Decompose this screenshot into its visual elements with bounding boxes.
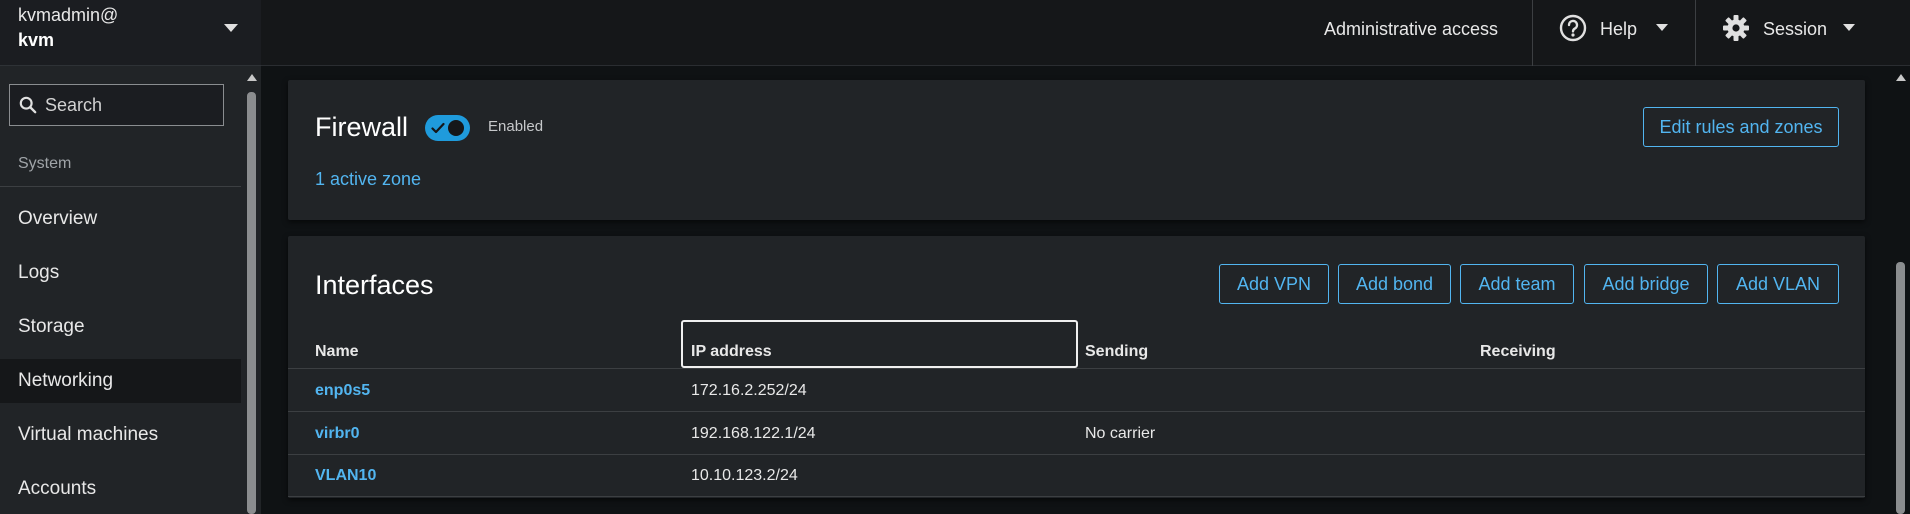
- scroll-up-arrow-icon[interactable]: [247, 74, 257, 81]
- nav-divider: [0, 186, 241, 187]
- interface-name-link[interactable]: VLAN10: [315, 466, 376, 486]
- row-divider: [288, 496, 1865, 497]
- row-divider: [288, 454, 1865, 455]
- add-vpn-button[interactable]: Add VPN: [1219, 264, 1329, 304]
- caret-down-icon[interactable]: [224, 24, 238, 32]
- firewall-status-label: Enabled: [488, 118, 544, 135]
- host-name: kvm: [18, 30, 55, 50]
- host-user: kvmadmin@: [18, 5, 119, 25]
- main-scroll-thumb[interactable]: [1896, 262, 1905, 514]
- sidebar-item-virtual-machines[interactable]: Virtual machines: [0, 413, 241, 457]
- session-label: Session: [1763, 19, 1828, 39]
- add-vlan-button[interactable]: Add VLAN: [1717, 264, 1839, 304]
- interfaces-title: Interfaces: [315, 270, 434, 300]
- caret-down-icon: [1656, 24, 1668, 31]
- session-menu[interactable]: Session: [1695, 0, 1885, 66]
- search-input[interactable]: [45, 85, 215, 125]
- interface-name-link[interactable]: enp0s5: [315, 381, 370, 401]
- add-team-button[interactable]: Add team: [1460, 264, 1574, 304]
- edit-rules-and-zones-button[interactable]: Edit rules and zones: [1643, 107, 1839, 147]
- check-icon: [431, 122, 445, 134]
- ip-address-cell: 10.10.123.2/24: [691, 467, 798, 484]
- add-bridge-button[interactable]: Add bridge: [1584, 264, 1708, 304]
- firewall-title: Firewall: [315, 112, 409, 142]
- sidebar-scroll-thumb[interactable]: [247, 92, 256, 514]
- interface-name-link[interactable]: virbr0: [315, 424, 359, 444]
- sidebar-item-networking[interactable]: Networking: [0, 359, 241, 403]
- column-header-name[interactable]: Name: [315, 342, 359, 362]
- add-bond-button[interactable]: Add bond: [1338, 264, 1451, 304]
- caret-down-icon: [1843, 24, 1855, 31]
- row-divider: [288, 411, 1865, 412]
- firewall-toggle[interactable]: [425, 115, 470, 141]
- ip-address-cell: 192.168.122.1/24: [691, 425, 816, 442]
- nav-group-title: System: [18, 155, 72, 172]
- table-divider: [288, 368, 1865, 369]
- scroll-up-arrow-icon[interactable]: [1896, 74, 1906, 81]
- help-label: Help: [1600, 19, 1638, 39]
- toggle-knob: [448, 120, 464, 136]
- column-header-ip-address[interactable]: IP address: [691, 342, 772, 362]
- search-icon: [19, 96, 37, 114]
- firewall-card: Firewall Enabled 1 active zone Edit rule…: [288, 80, 1865, 220]
- host-switcher[interactable]: kvmadmin@ kvm: [0, 0, 261, 66]
- help-icon: [1559, 14, 1587, 42]
- sidebar: kvmadmin@ kvm System Overview Logs Stora…: [0, 0, 261, 514]
- gear-icon: [1723, 15, 1749, 41]
- search-box: [9, 84, 224, 126]
- help-menu[interactable]: Help: [1532, 0, 1695, 66]
- sending-cell: No carrier: [1085, 425, 1156, 442]
- topbar: Administrative access Help Session: [261, 0, 1910, 66]
- interfaces-card: Interfaces Add VPN Add bond Add team Add…: [288, 236, 1865, 498]
- administrative-access-indicator[interactable]: Administrative access: [1324, 17, 1498, 41]
- sidebar-scrollbar[interactable]: [244, 70, 258, 514]
- sidebar-item-accounts[interactable]: Accounts: [0, 467, 241, 511]
- sidebar-item-logs[interactable]: Logs: [0, 251, 241, 295]
- ip-address-cell: 172.16.2.252/24: [691, 382, 807, 399]
- column-header-sending[interactable]: Sending: [1085, 342, 1148, 362]
- sidebar-item-storage[interactable]: Storage: [0, 305, 241, 349]
- column-header-receiving[interactable]: Receiving: [1480, 342, 1556, 362]
- active-zones-link[interactable]: 1 active zone: [315, 168, 421, 190]
- sidebar-item-overview[interactable]: Overview: [0, 197, 241, 241]
